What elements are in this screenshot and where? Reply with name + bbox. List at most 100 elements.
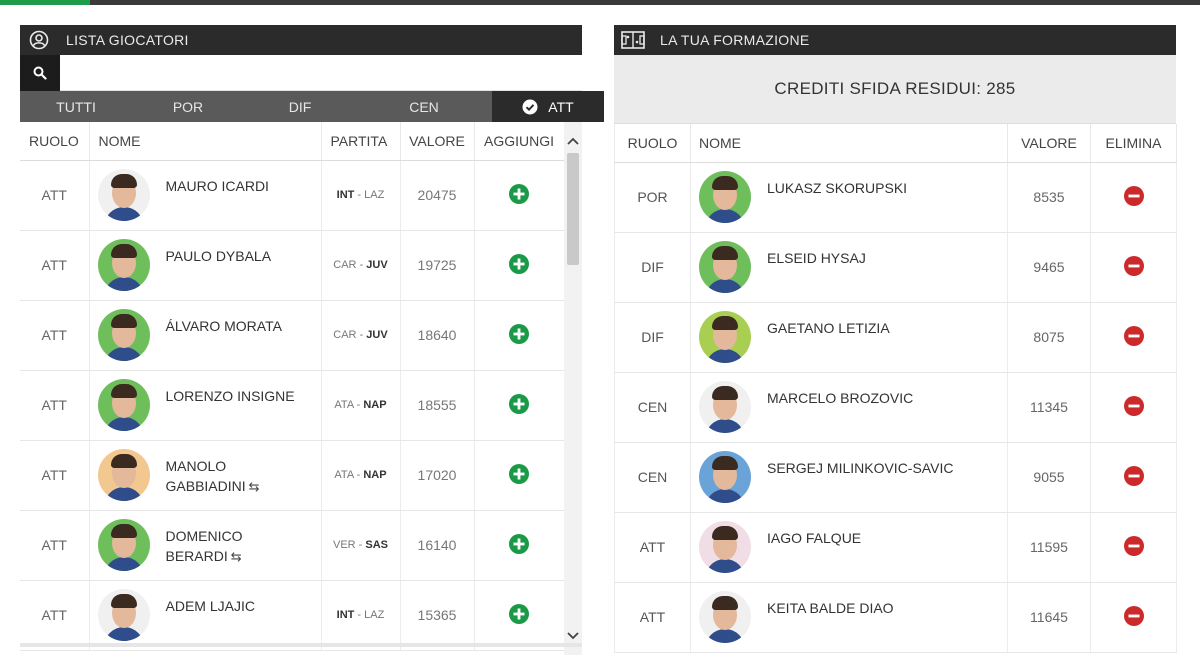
- player-match: CAR - JUV: [321, 230, 401, 301]
- minus-circle-icon: [1123, 605, 1144, 626]
- player-match: ATA - NAP: [321, 370, 401, 441]
- plus-circle-icon: [509, 463, 529, 484]
- player-value: 15365: [400, 580, 475, 651]
- transfer-swap-icon: ⇆: [230, 549, 242, 564]
- top-bar-accent: [0, 0, 90, 5]
- match-away-team: NAP: [363, 469, 387, 481]
- search-icon: [33, 66, 47, 80]
- filter-tab-dif[interactable]: DIF: [244, 91, 356, 122]
- match-home-team: ATA: [334, 469, 354, 481]
- table-row: ATT IAGO FALQUE 11595: [614, 512, 1177, 583]
- player-name-cell: MARCELO BROZOVIC: [690, 372, 1008, 443]
- table-row: ATT ADEM LJAJIC INT - LAZ 15365: [20, 580, 565, 651]
- filter-tab-att[interactable]: ATT: [492, 91, 604, 122]
- player-role: ATT: [20, 370, 90, 441]
- player-list-table-wrap: RUOLO NOME PARTITA VALORE AGGIUNGI ATT MA…: [20, 122, 582, 655]
- player-name: IAGO FALQUE: [767, 530, 862, 546]
- table-row: DIF GAETANO LETIZIA 8075: [614, 302, 1177, 373]
- player-value: 9465: [1007, 232, 1091, 303]
- player-value: 8075: [1007, 302, 1091, 373]
- player-avatar: [97, 519, 150, 571]
- column-header-nome: NOME: [690, 124, 1008, 163]
- user-circle-icon: [20, 25, 58, 55]
- player-list-header-row: RUOLO NOME PARTITA VALORE AGGIUNGI: [20, 122, 565, 161]
- plus-circle-icon: [509, 533, 529, 554]
- chevron-up-icon: [567, 137, 579, 145]
- match-away-team: SAS: [365, 539, 389, 551]
- remove-player-button[interactable]: [1090, 582, 1177, 653]
- player-role: ATT: [20, 510, 90, 581]
- player-role: ATT: [20, 580, 90, 651]
- player-name-line2: GABBIADINI: [165, 478, 246, 494]
- add-player-button[interactable]: [474, 510, 565, 581]
- player-name: SERGEJ MILINKOVIC-SAVIC: [767, 460, 954, 476]
- filter-tab-por[interactable]: POR: [132, 91, 244, 122]
- player-name-cell: ÁLVARO MORATA: [89, 300, 322, 371]
- player-name-cell: KEITA BALDE DIAO: [690, 582, 1008, 653]
- player-avatar: [699, 381, 751, 433]
- match-home-team: CAR: [333, 329, 357, 341]
- column-header-partita: PARTITA: [321, 122, 401, 161]
- match-away-team: JUV: [366, 259, 388, 271]
- minus-circle-icon: [1123, 465, 1144, 486]
- minus-circle-icon: [1123, 325, 1144, 346]
- player-avatar: [97, 589, 150, 641]
- column-header-nome: NOME: [89, 122, 322, 161]
- search-input[interactable]: [60, 55, 582, 90]
- player-avatar: [97, 169, 150, 221]
- player-name: MARCELO BROZOVIC: [767, 390, 914, 406]
- player-name-cell: ELSEID HYSAJ: [690, 232, 1008, 303]
- add-player-button[interactable]: [474, 230, 565, 301]
- player-name-cell: MANOLO GABBIADINI ⇆: [89, 440, 322, 511]
- remove-player-button[interactable]: [1090, 512, 1177, 583]
- table-row: CEN SERGEJ MILINKOVIC-SAVIC 9055: [614, 442, 1177, 513]
- column-header-elimina: ELIMINA: [1090, 124, 1177, 163]
- remove-player-button[interactable]: [1090, 302, 1177, 373]
- add-player-button[interactable]: [474, 580, 565, 651]
- formation-panel: LA TUA FORMAZIONE CREDITI SFIDA RESIDUI:…: [614, 25, 1177, 653]
- table-row: ATT KEITA BALDE DIAO 11645: [614, 582, 1177, 653]
- plus-circle-icon: [509, 393, 529, 414]
- player-value: 17020: [400, 440, 475, 511]
- filter-tab-cen[interactable]: CEN: [356, 91, 492, 122]
- player-match: INT - LAZ: [321, 160, 401, 231]
- player-role: DIF: [614, 232, 691, 303]
- table-row: ATT ÁLVARO MORATA CAR - JUV 18640: [20, 300, 565, 371]
- player-name: ADEM LJAJIC: [165, 598, 255, 614]
- player-name-cell: SERGEJ MILINKOVIC-SAVIC: [690, 442, 1008, 513]
- table-row: ATT MANOLO GABBIADINI ⇆ ATA - NAP 17020: [20, 440, 565, 511]
- table-row: ATT LORENZO INSIGNE ATA - NAP 18555: [20, 370, 565, 441]
- remove-player-button[interactable]: [1090, 442, 1177, 513]
- remove-player-button[interactable]: [1090, 232, 1177, 303]
- player-name: MANOLO: [165, 458, 227, 474]
- plus-circle-icon: [509, 323, 529, 344]
- column-header-valore: VALORE: [400, 122, 475, 161]
- filter-tab-label: DIF: [288, 98, 312, 115]
- match-home-team: INT: [336, 609, 355, 621]
- scroll-up-arrow[interactable]: [564, 132, 582, 150]
- player-role: ATT: [20, 230, 90, 301]
- player-name-cell: GAETANO LETIZIA: [690, 302, 1008, 373]
- search-button[interactable]: [20, 55, 60, 91]
- table-row: ATT MAURO ICARDI INT - LAZ 20475: [20, 160, 565, 231]
- add-player-button[interactable]: [474, 300, 565, 371]
- player-name-cell: ADEM LJAJIC: [89, 580, 322, 651]
- player-role: ATT: [614, 512, 691, 583]
- scrollbar-thumb[interactable]: [567, 153, 579, 265]
- remaining-credits: CREDITI SFIDA RESIDUI: 285: [614, 55, 1176, 124]
- player-role: ATT: [20, 300, 90, 371]
- add-player-button[interactable]: [474, 160, 565, 231]
- remove-player-button[interactable]: [1090, 372, 1177, 443]
- player-value: 8535: [1007, 162, 1091, 233]
- add-player-button[interactable]: [474, 370, 565, 441]
- table-row: ATT PAULO DYBALA CAR - JUV 19725: [20, 230, 565, 301]
- filter-tab-tutti[interactable]: TUTTI: [20, 91, 132, 122]
- table-row: ATT DOMENICO BERARDI ⇆ VER - SAS 16140: [20, 510, 565, 581]
- list-scrollbar[interactable]: [564, 122, 582, 655]
- player-avatar: [699, 311, 751, 363]
- match-home-team: INT: [336, 189, 355, 201]
- add-player-button[interactable]: [474, 440, 565, 511]
- player-avatar: [699, 521, 751, 573]
- player-name: KEITA BALDE DIAO: [767, 600, 894, 616]
- remove-player-button[interactable]: [1090, 162, 1177, 233]
